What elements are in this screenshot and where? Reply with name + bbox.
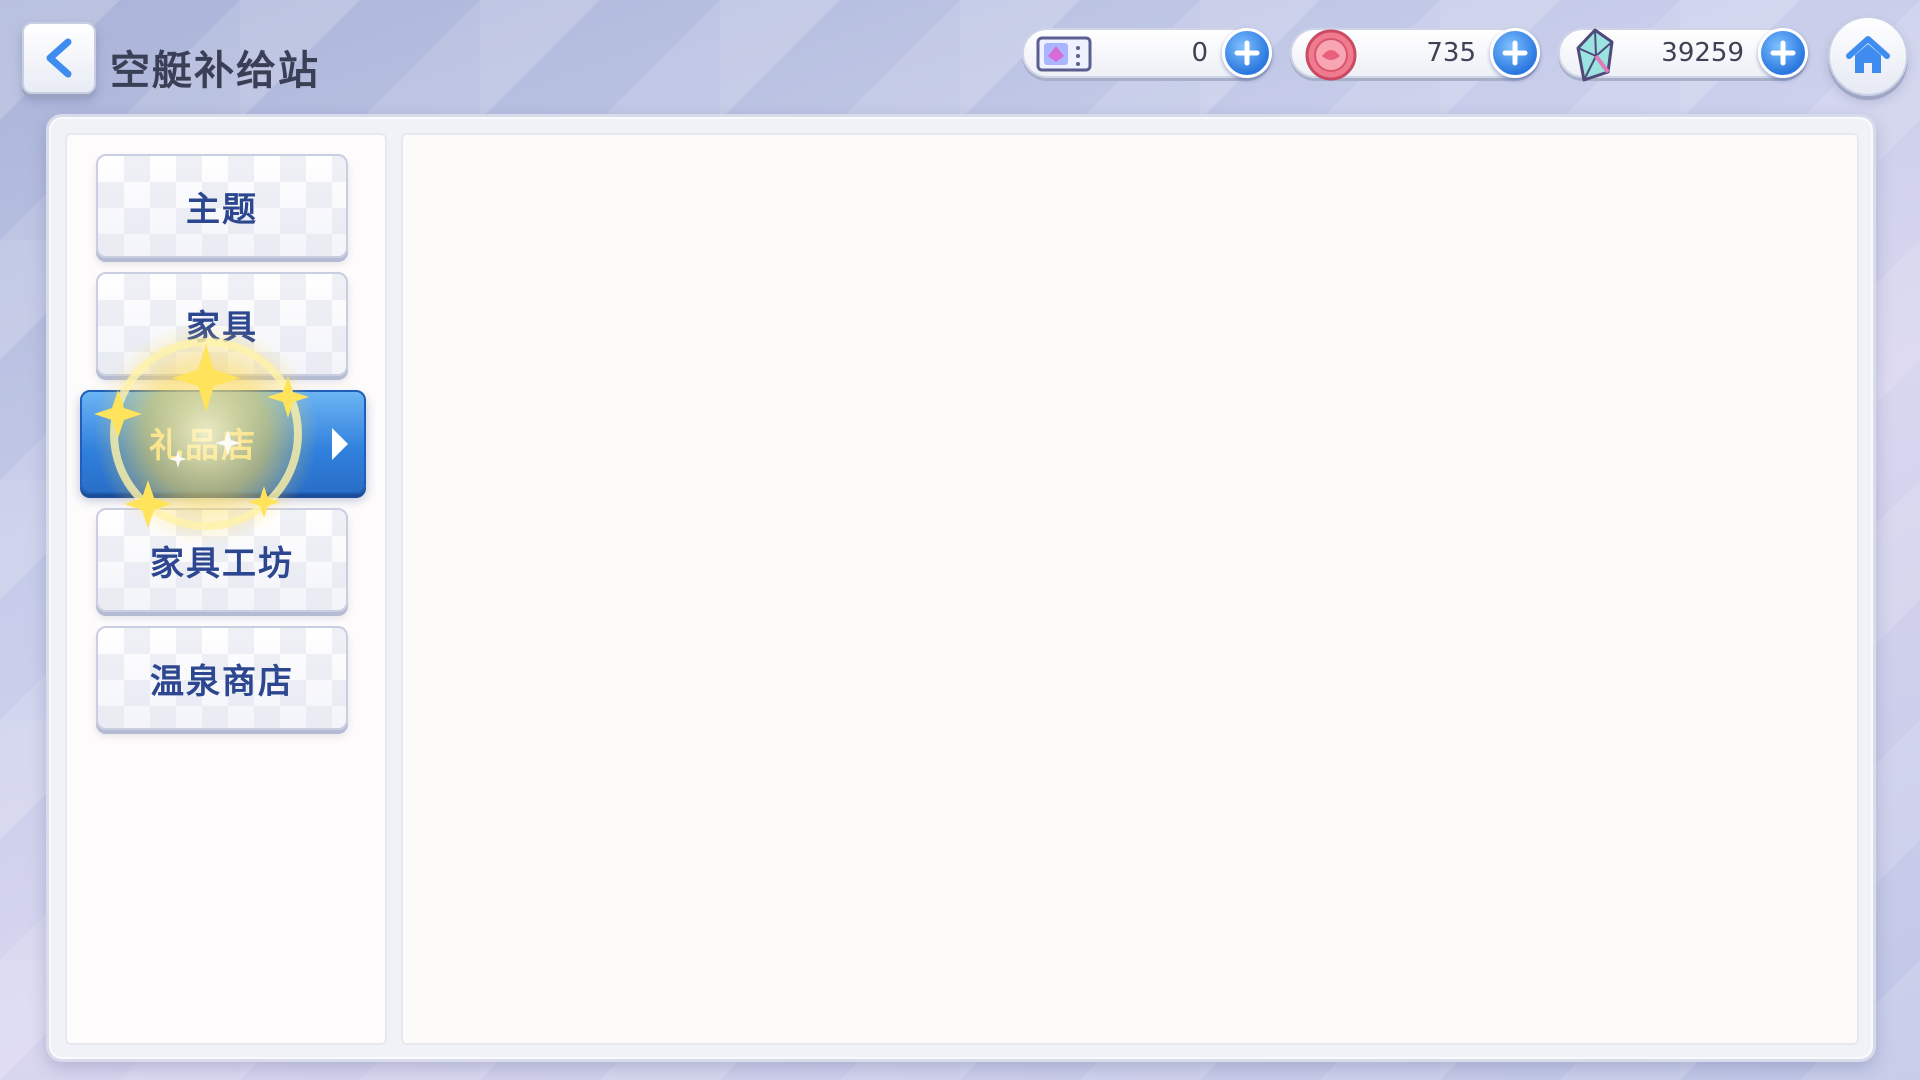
tab-label: 家具工坊 <box>150 543 294 584</box>
ticket-amount: 0 <box>1191 38 1208 68</box>
coin-icon <box>1305 29 1357 81</box>
plus-icon <box>1234 40 1260 66</box>
tab-label: 主题 <box>186 189 258 230</box>
shop-content-panel <box>401 133 1859 1045</box>
add-ticket-button[interactable] <box>1222 28 1272 78</box>
currency-coin: 735 <box>1290 28 1540 81</box>
chevron-left-icon <box>46 38 72 78</box>
crystal-icon <box>1576 28 1614 82</box>
currency-crystal: 39259 <box>1558 28 1808 82</box>
ticket-icon <box>1036 36 1092 72</box>
tab-theme[interactable]: 主题 <box>96 154 348 258</box>
tab-furniture-workshop[interactable]: 家具工坊 <box>96 508 348 612</box>
page-title: 空艇补给站 <box>110 48 320 94</box>
home-icon <box>1846 36 1890 73</box>
home-button[interactable] <box>1828 16 1908 96</box>
tab-furniture[interactable]: 家具 <box>96 272 348 376</box>
tab-hot-spring-shop[interactable]: 温泉商店 <box>96 626 348 730</box>
plus-icon <box>1502 40 1528 66</box>
crystal-amount: 39259 <box>1661 38 1744 68</box>
add-coin-button[interactable] <box>1490 28 1540 78</box>
add-crystal-button[interactable] <box>1758 28 1808 78</box>
coin-amount: 735 <box>1426 38 1476 68</box>
tab-gift-shop[interactable]: 礼品店 <box>80 390 366 494</box>
tab-label: 温泉商店 <box>150 661 294 702</box>
plus-icon <box>1770 40 1796 66</box>
back-button[interactable] <box>22 22 96 94</box>
currency-ticket: 0 <box>1022 28 1272 78</box>
tab-label: 礼品店 <box>149 425 257 466</box>
tab-label: 家具 <box>186 307 258 348</box>
chevron-right-icon <box>332 428 348 460</box>
